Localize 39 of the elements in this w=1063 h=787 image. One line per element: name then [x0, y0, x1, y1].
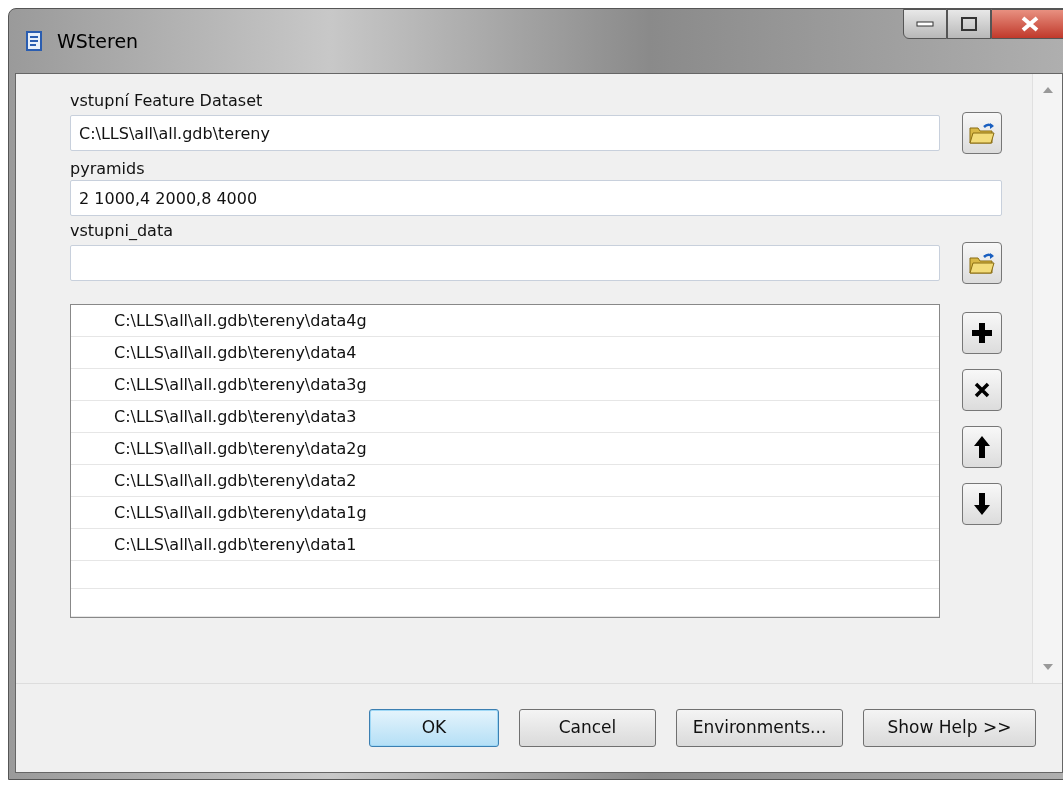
remove-button[interactable] [962, 369, 1002, 411]
minimize-button[interactable] [903, 9, 947, 39]
input-field[interactable]: 2 1000,4 2000,8 4000 [70, 180, 1002, 216]
list-item[interactable]: C:\LLS\all\all.gdb\tereny\data2g [71, 433, 939, 465]
arrow-up-icon [973, 435, 991, 459]
field-label: vstupni_data [70, 220, 174, 242]
folder-icon [968, 121, 996, 145]
maximize-icon [960, 16, 978, 32]
list-item[interactable]: C:\LLS\all\all.gdb\tereny\data2 [71, 465, 939, 497]
list-item[interactable]: C:\LLS\all\all.gdb\tereny\data4 [71, 337, 939, 369]
field-label: vstupní Feature Dataset [70, 90, 264, 112]
list-item[interactable]: C:\LLS\all\all.gdb\tereny\data4g [71, 305, 939, 337]
close-icon [1020, 16, 1040, 32]
add-button[interactable] [962, 312, 1002, 354]
help-button[interactable]: Show Help >> [863, 709, 1036, 747]
minimize-icon [916, 20, 934, 28]
move-down-button[interactable] [962, 483, 1002, 525]
environments-button[interactable]: Environments... [676, 709, 843, 747]
list-box[interactable] [70, 304, 940, 618]
vertical-scrollbar[interactable] [1032, 74, 1062, 683]
plus-icon [971, 322, 993, 344]
browse-button[interactable] [962, 242, 1002, 284]
field-label: pyramids [70, 158, 146, 180]
cancel-button[interactable]: Cancel [519, 709, 656, 747]
arrow-down-icon [973, 492, 991, 516]
browse-button[interactable] [962, 112, 1002, 154]
move-up-button[interactable] [962, 426, 1002, 468]
list-item[interactable]: C:\LLS\all\all.gdb\tereny\data1 [71, 529, 939, 561]
ok-button[interactable]: OK [369, 709, 499, 747]
maximize-button[interactable] [947, 9, 991, 39]
list-item[interactable]: C:\LLS\all\all.gdb\tereny\data1g [71, 497, 939, 529]
close-icon [974, 382, 990, 398]
list-item[interactable]: C:\LLS\all\all.gdb\tereny\data3g [71, 369, 939, 401]
close-button[interactable] [991, 9, 1063, 39]
input-field[interactable]: C:\LLS\all\all.gdb\tereny [70, 115, 940, 151]
folder-icon [968, 251, 996, 275]
window-title: WSteren [57, 28, 139, 54]
list-item[interactable]: C:\LLS\all\all.gdb\tereny\data3 [71, 401, 939, 433]
input-field[interactable] [70, 245, 940, 281]
